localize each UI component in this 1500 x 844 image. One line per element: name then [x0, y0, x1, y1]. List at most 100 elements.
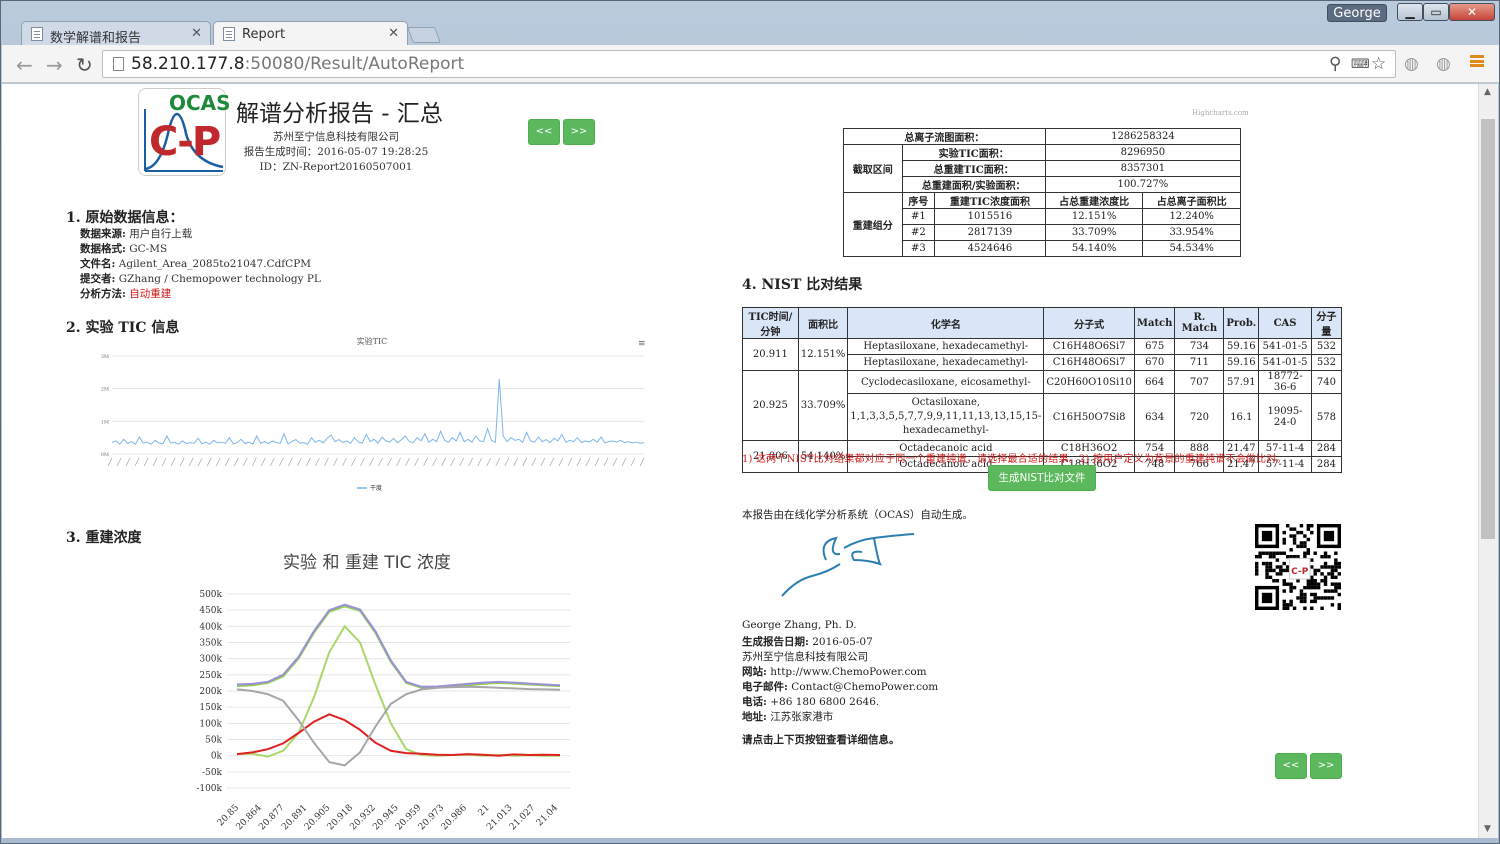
table-row: 20.925 33.709% Cyclodecasiloxane, eicosa…: [742, 370, 1343, 441]
profile-button[interactable]: George: [1327, 4, 1387, 22]
table-cell: #3: [901, 240, 936, 257]
close-icon[interactable]: ✕: [388, 26, 399, 41]
ocas-logo: OCAS C-P: [138, 88, 231, 176]
qr-module: [1279, 568, 1283, 573]
qr-module: [1327, 554, 1331, 559]
table-cell: 740: [1310, 370, 1343, 394]
x-tick-label: 21: [477, 803, 492, 818]
url-text[interactable]: 58.210.177.8:50080/Result/AutoReport: [131, 54, 464, 74]
contact-value: 2016-05-07: [812, 636, 873, 648]
chart-title: 实验TIC: [357, 336, 388, 346]
page-viewport: OCAS C-P 解谱分析报告 - 汇总 苏州至宁信息科技有限公司 报告生成时间…: [2, 84, 1478, 838]
contact-label: 电话:: [742, 696, 767, 708]
x-tick-label: [134, 457, 140, 467]
y-tick-label: 50k: [205, 736, 222, 746]
table-cell: 1015516: [934, 208, 1046, 225]
qr-module: [1282, 537, 1286, 542]
maximize-button[interactable]: ▭: [1423, 3, 1449, 21]
qr-finder: [1323, 530, 1335, 542]
forward-arrow-icon[interactable]: →: [46, 53, 63, 77]
table-cell: Octasiloxane, 1,1,3,3,5,5,7,7,9,9,11,11,…: [847, 393, 1045, 441]
qr-module: [1265, 551, 1269, 555]
scroll-up-icon[interactable]: ▲: [1484, 87, 1491, 97]
prev-page-button[interactable]: <<: [1275, 753, 1307, 779]
table-cell: 284: [1310, 440, 1343, 457]
table-cell: 33.709%: [1044, 224, 1144, 241]
scrollbar[interactable]: ▲ ▼: [1478, 84, 1498, 838]
section-heading: 4. NIST 比对结果: [742, 277, 863, 293]
qr-module: [1299, 589, 1304, 593]
tab-title: 数学解谱和报告: [50, 31, 142, 45]
qr-module: [1268, 554, 1273, 559]
info-value: 自动重建: [129, 288, 172, 300]
back-arrow-icon[interactable]: ←: [16, 53, 33, 77]
qr-module: [1275, 572, 1280, 576]
contact-row: 生成报告日期: 2016-05-07: [742, 634, 873, 649]
translate-icon[interactable]: ⌨: [1351, 57, 1370, 72]
search-icon[interactable]: ⚲: [1329, 54, 1341, 74]
x-tick-label: [387, 457, 392, 467]
new-tab-button[interactable]: [407, 27, 441, 43]
table-cell: 1286258324: [1044, 128, 1242, 145]
qr-module: [1299, 599, 1304, 604]
prev-page-button[interactable]: <<: [528, 119, 560, 145]
qr-module: [1258, 554, 1262, 559]
scroll-down-icon[interactable]: ▼: [1484, 824, 1491, 834]
reload-icon[interactable]: ↻: [76, 53, 93, 77]
qr-module: [1292, 541, 1297, 545]
legend-label: 干度: [370, 484, 382, 492]
qr-module: [1285, 582, 1290, 586]
address-bar[interactable]: 58.210.177.8:50080/Result/AutoReport ⚲ ⌨…: [102, 50, 1396, 78]
close-window-button[interactable]: ✕: [1449, 3, 1495, 21]
qr-module: [1334, 551, 1338, 555]
page-title: 解谱分析报告 - 汇总: [236, 101, 443, 127]
x-tick-label: [423, 457, 428, 467]
qr-module: [1330, 565, 1335, 569]
x-tick-label: [477, 457, 482, 467]
website-link[interactable]: http://www.ChemoPower.com: [770, 666, 926, 678]
table-cell: 532: [1310, 354, 1343, 371]
email-link[interactable]: Contact@ChemoPower.com: [791, 681, 938, 693]
qr-module: [1313, 592, 1317, 597]
table-header: Prob.: [1223, 307, 1260, 339]
qr-module: [1323, 582, 1328, 586]
page-icon: [31, 27, 43, 41]
highcharts-credit[interactable]: Highcharts.com: [1192, 109, 1249, 117]
x-tick-label: [639, 457, 645, 467]
extension-icon[interactable]: ◍: [1436, 54, 1451, 74]
table-cell: 578: [1310, 393, 1343, 441]
next-page-button[interactable]: >>: [1310, 753, 1342, 779]
star-icon[interactable]: ☆: [1371, 54, 1386, 74]
qr-module: [1289, 554, 1293, 559]
x-tick-label: [513, 457, 519, 467]
x-tick-label: [522, 457, 528, 467]
qr-code[interactable]: C-P: [1255, 524, 1341, 610]
menu-icon[interactable]: [1470, 55, 1484, 67]
qr-module: [1313, 579, 1317, 583]
qr-module: [1296, 530, 1300, 535]
table-cell: #2: [901, 224, 936, 241]
qr-module: [1292, 585, 1297, 590]
table-cell: 59.16: [1223, 338, 1260, 355]
table-cell: 54.140%: [1044, 240, 1144, 257]
y-tick-label: 150k: [199, 703, 222, 713]
table-cell: C20H60O10Si10: [1043, 370, 1135, 394]
tab-report[interactable]: Report ✕: [213, 21, 408, 45]
qr-module: [1330, 582, 1335, 586]
generate-nist-button[interactable]: 生成NIST比对文件: [988, 465, 1096, 491]
extension-icon[interactable]: ◍: [1404, 54, 1419, 74]
table-cell: 54.534%: [1142, 240, 1241, 257]
scrollbar-thumb[interactable]: [1481, 119, 1495, 539]
url-path: :50080/Result/AutoReport: [244, 54, 465, 74]
qr-module: [1289, 589, 1293, 593]
qr-module: [1292, 606, 1297, 610]
qr-module: [1292, 537, 1297, 542]
next-page-button[interactable]: >>: [563, 119, 595, 145]
table-cell: 59.16: [1223, 354, 1260, 371]
tab-math-report[interactable]: 数学解谱和报告 ✕: [21, 21, 211, 45]
close-icon[interactable]: ✕: [191, 26, 202, 41]
table-header: Match: [1133, 307, 1176, 339]
qr-module: [1303, 554, 1307, 559]
x-tick-label: [612, 457, 618, 467]
minimize-button[interactable]: ▁: [1397, 3, 1423, 21]
